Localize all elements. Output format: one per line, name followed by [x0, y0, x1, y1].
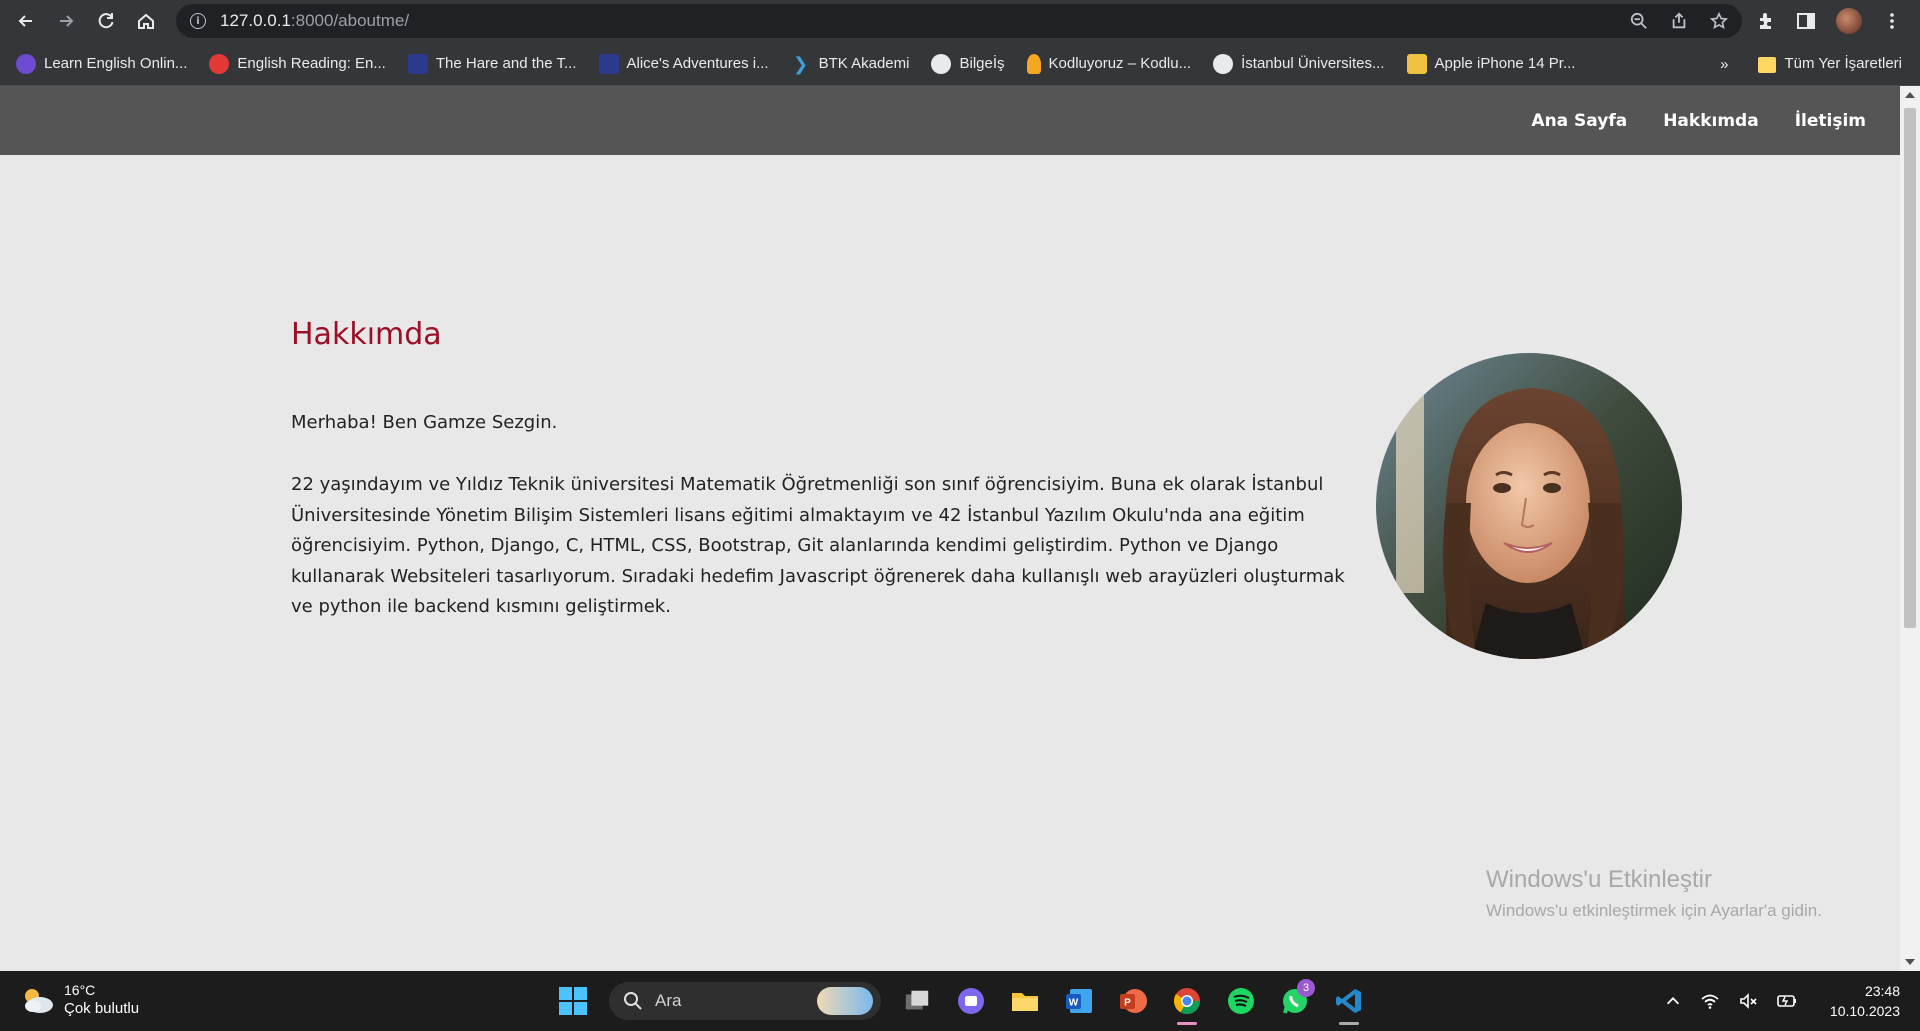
- about-paragraph: 22 yaşındayım ve Yıldız Teknik üniversit…: [291, 474, 1345, 617]
- clock-time: 23:48: [1864, 983, 1900, 999]
- back-button[interactable]: [6, 1, 46, 41]
- taskbar-powerpoint[interactable]: P: [1115, 983, 1151, 1019]
- browser-toolbar: i 127.0.0.1:8000/aboutme/: [0, 0, 1920, 42]
- bookmark-item[interactable]: Bilgeİş: [931, 53, 1005, 74]
- scroll-thumb[interactable]: [1904, 108, 1916, 628]
- start-button[interactable]: [555, 983, 591, 1019]
- volume-muted-icon[interactable]: [1738, 991, 1758, 1011]
- bookmarks-overflow-button[interactable]: »: [1720, 56, 1728, 73]
- weather-widget[interactable]: 16°C Çok bulutlu: [20, 981, 139, 1019]
- forward-button[interactable]: [46, 1, 86, 41]
- bookmark-item[interactable]: Kodluyoruz – Kodlu...: [1026, 53, 1191, 74]
- system-tray: 23:48 10.10.2023: [1664, 971, 1900, 1031]
- info-icon[interactable]: i: [190, 13, 206, 29]
- chevron-up-icon[interactable]: [1664, 992, 1682, 1010]
- globe-icon: [931, 53, 952, 74]
- page-title: Hakkımda: [291, 317, 442, 352]
- powerpoint-icon: P: [1120, 989, 1147, 1013]
- bookmark-favicon-icon: ❯: [793, 53, 809, 74]
- page-content: Hakkımda Merhaba! Ben Gamze Sezgin. 22 y…: [0, 155, 1900, 971]
- bookmark-favicon-icon: [1406, 53, 1427, 74]
- task-view-button[interactable]: [899, 983, 935, 1019]
- portrait-image: [1376, 353, 1682, 659]
- nav-link-contact[interactable]: İletişim: [1795, 111, 1866, 131]
- activation-watermark-title: Windows'u Etkinleştir: [1486, 866, 1712, 893]
- taskbar-search[interactable]: Ara: [609, 982, 881, 1020]
- activation-watermark-subtitle: Windows'u etkinleştirmek için Ayarlar'a …: [1486, 901, 1822, 920]
- taskbar-file-explorer[interactable]: [1007, 983, 1043, 1019]
- profile-avatar[interactable]: [1836, 8, 1862, 34]
- bookmark-item[interactable]: İstanbul Üniversites...: [1213, 53, 1385, 74]
- bookmarks-bar: Learn English Onlin... English Reading: …: [0, 42, 1920, 86]
- extensions-icon[interactable]: [1756, 11, 1776, 31]
- address-bar[interactable]: i 127.0.0.1:8000/aboutme/: [176, 4, 1742, 38]
- zoom-icon[interactable]: [1630, 12, 1648, 30]
- svg-text:W: W: [1069, 998, 1079, 1009]
- bookmark-item[interactable]: English Reading: En...: [209, 53, 386, 74]
- folder-icon: [1012, 993, 1038, 1011]
- windows-logo-icon: [559, 987, 587, 1015]
- active-indicator: [1177, 1022, 1197, 1025]
- nav-link-home[interactable]: Ana Sayfa: [1531, 111, 1627, 131]
- page-scrollbar[interactable]: [1900, 86, 1920, 971]
- taskbar-word[interactable]: W: [1061, 983, 1097, 1019]
- svg-text:P: P: [1124, 998, 1131, 1009]
- rocket-icon: [1026, 53, 1041, 74]
- word-icon: W: [1066, 989, 1092, 1013]
- taskbar-chrome[interactable]: [1169, 983, 1205, 1025]
- scroll-up-icon[interactable]: [1905, 92, 1915, 98]
- scroll-down-icon[interactable]: [1905, 959, 1915, 965]
- profile-photo: [1376, 353, 1682, 659]
- bookmark-favicon-icon: [407, 53, 428, 74]
- more-menu-icon[interactable]: [1882, 11, 1902, 31]
- spotify-icon: [1228, 988, 1254, 1014]
- home-button[interactable]: [126, 1, 166, 41]
- windows-taskbar: 16°C Çok bulutlu Ara W P 3 23:48 10.10.2…: [0, 971, 1920, 1031]
- search-icon: [624, 992, 642, 1010]
- weather-condition: Çok bulutlu: [64, 1000, 140, 1017]
- battery-icon[interactable]: [1776, 991, 1798, 1011]
- folder-icon: [1758, 56, 1777, 73]
- cloud-sun-icon: [20, 986, 54, 1014]
- arrow-right-icon: [60, 15, 74, 27]
- clock-date: 10.10.2023: [1829, 1003, 1900, 1019]
- notification-badge: 3: [1297, 979, 1315, 997]
- reload-button[interactable]: [86, 1, 126, 41]
- taskbar-teams[interactable]: [953, 983, 989, 1019]
- bookmark-item[interactable]: Apple iPhone 14 Pr...: [1406, 53, 1575, 74]
- taskbar-vscode[interactable]: [1331, 983, 1367, 1025]
- site-navbar: Ana Sayfa Hakkımda İletişim: [0, 86, 1900, 155]
- task-view-icon: [905, 990, 929, 1010]
- search-highlight-icon: [817, 987, 873, 1015]
- weather-temperature: 16°C: [64, 982, 96, 998]
- bookmark-item[interactable]: Learn English Onlin...: [16, 53, 187, 74]
- globe-icon: [1213, 53, 1234, 74]
- bookmark-favicon-icon: [16, 53, 36, 74]
- active-indicator: [1339, 1022, 1359, 1025]
- taskbar-spotify[interactable]: [1223, 983, 1259, 1019]
- bookmark-item[interactable]: Alice's Adventures i...: [598, 53, 769, 74]
- bookmark-item[interactable]: ❯ BTK Akademi: [791, 53, 909, 74]
- taskbar-whatsapp[interactable]: 3: [1277, 979, 1315, 1019]
- wifi-icon[interactable]: [1700, 991, 1720, 1011]
- bookmark-favicon-icon: [209, 53, 230, 74]
- reload-icon: [98, 13, 114, 29]
- vscode-icon: [1336, 989, 1361, 1013]
- home-icon: [138, 13, 154, 29]
- url-text[interactable]: 127.0.0.1:8000/aboutme/: [220, 11, 409, 31]
- nav-link-about[interactable]: Hakkımda: [1663, 111, 1759, 131]
- bookmark-item[interactable]: The Hare and the T...: [407, 53, 577, 74]
- bookmark-favicon-icon: [598, 53, 619, 74]
- arrow-left-icon: [18, 15, 32, 27]
- intro-text: Merhaba! Ben Gamze Sezgin.: [291, 412, 558, 433]
- sidebar-icon[interactable]: [1796, 11, 1816, 31]
- chat-icon: [958, 988, 984, 1014]
- star-icon[interactable]: [1710, 12, 1728, 30]
- all-bookmarks-button[interactable]: Tüm Yer İşaretleri: [1758, 55, 1902, 73]
- share-icon[interactable]: [1670, 12, 1688, 30]
- chrome-icon: [1173, 988, 1201, 1015]
- taskbar-clock[interactable]: 23:48 10.10.2023: [1830, 981, 1900, 1021]
